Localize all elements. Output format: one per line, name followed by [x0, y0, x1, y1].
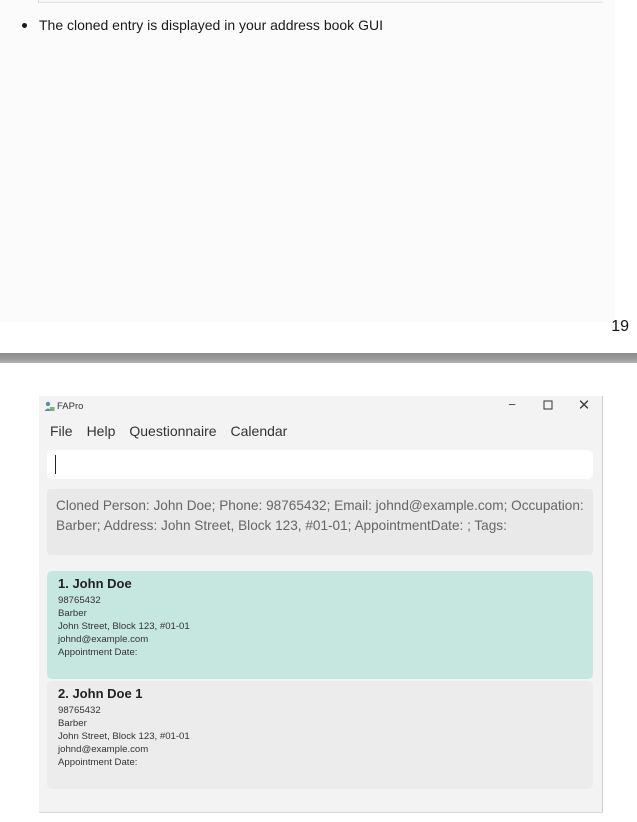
- person-appointment: Appointment Date:: [58, 647, 138, 658]
- person-phone: 98765432: [58, 595, 101, 606]
- maximize-icon[interactable]: [538, 398, 558, 413]
- command-input[interactable]: [47, 450, 593, 479]
- previous-box-edge: [38, 0, 603, 3]
- person-name: 2. John Doe 1: [58, 686, 143, 701]
- page-number: 19: [611, 318, 629, 335]
- person-name: 1. John Doe: [58, 576, 132, 591]
- title-bar[interactable]: FAPro − ✕: [39, 396, 602, 416]
- person-address: John Street, Block 123, #01-01: [58, 731, 190, 742]
- bullet-dot-icon: [22, 22, 27, 28]
- menu-calendar[interactable]: Calendar: [231, 423, 288, 439]
- person-address: John Street, Block 123, #01-01: [58, 621, 190, 632]
- person-occupation: Barber: [58, 718, 87, 729]
- page-divider: [0, 353, 637, 363]
- bullet-text: The cloned entry is displayed in your ad…: [39, 17, 383, 33]
- result-display: Cloned Person: John Doe; Phone: 98765432…: [47, 489, 593, 555]
- document-page: The cloned entry is displayed in your ad…: [0, 0, 615, 322]
- person-appointment: Appointment Date:: [58, 757, 138, 768]
- app-window: FAPro − ✕ File Help Questionnaire Calend…: [39, 396, 603, 813]
- close-icon[interactable]: ✕: [574, 396, 594, 414]
- person-occupation: Barber: [58, 608, 87, 619]
- person-email: johnd@example.com: [58, 634, 149, 645]
- menu-file[interactable]: File: [50, 423, 73, 439]
- menu-bar: File Help Questionnaire Calendar: [50, 423, 287, 439]
- maximize-square-icon: [543, 400, 553, 410]
- app-logo-icon: [44, 401, 55, 411]
- person-card[interactable]: 2. John Doe 1 98765432 Barber John Stree…: [47, 681, 593, 789]
- menu-help[interactable]: Help: [87, 423, 116, 439]
- person-email: johnd@example.com: [58, 744, 149, 755]
- menu-questionnaire[interactable]: Questionnaire: [129, 423, 216, 439]
- app-title: FAPro: [57, 401, 84, 412]
- person-phone: 98765432: [58, 705, 101, 716]
- text-caret: [55, 455, 56, 474]
- minimize-icon[interactable]: −: [502, 397, 522, 412]
- person-card[interactable]: 1. John Doe 98765432 Barber John Street,…: [47, 571, 593, 679]
- bullet-item: The cloned entry is displayed in your ad…: [22, 17, 383, 33]
